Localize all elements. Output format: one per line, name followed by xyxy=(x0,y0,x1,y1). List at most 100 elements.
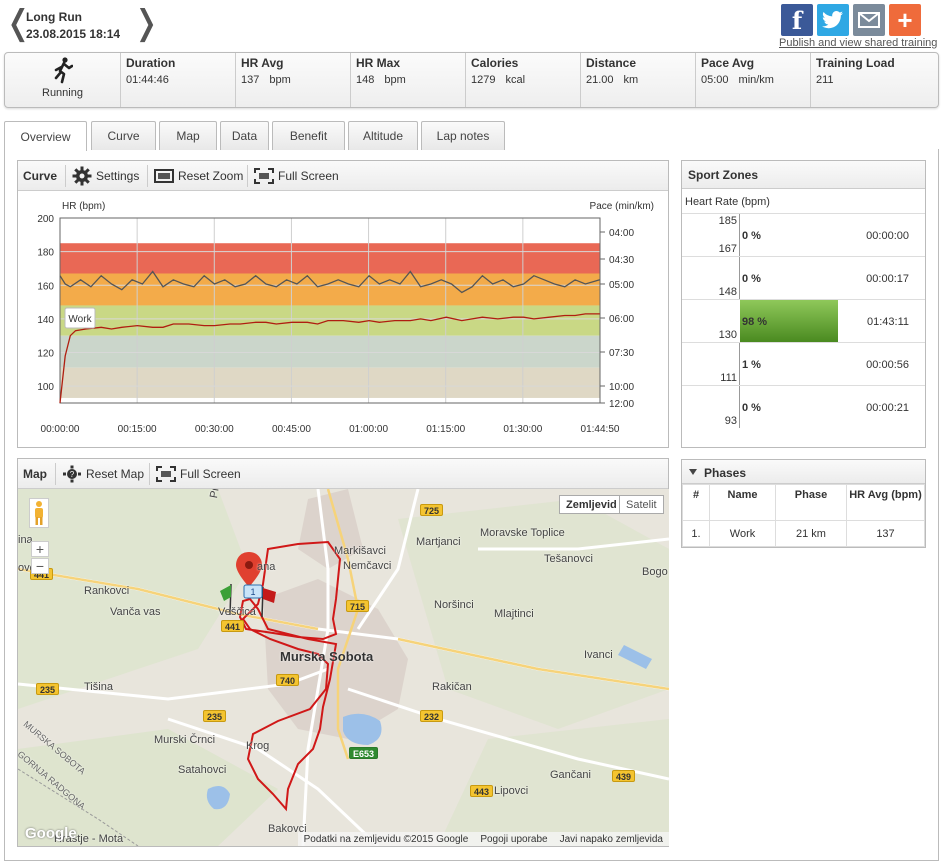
map-place-label: ana xyxy=(257,561,276,573)
phases-col-header: Name xyxy=(709,484,776,521)
map-place-label: Rankovci xyxy=(84,585,130,597)
curve-panel: Curve Settings Reset Zoom Full Screen HR… xyxy=(17,160,669,448)
svg-text:?: ? xyxy=(70,470,75,479)
zoom-in-button[interactable]: + xyxy=(31,541,49,557)
more-share-plus-icon[interactable]: + xyxy=(889,4,921,36)
phase-label: Work xyxy=(64,307,96,329)
hr-zone-band xyxy=(60,243,600,274)
table-row[interactable]: 1. Work 21 km 137 xyxy=(682,520,925,547)
phase-num: 1. xyxy=(682,520,710,547)
collapse-caret-icon[interactable] xyxy=(689,469,697,475)
stat-training-load: Training Load 211 xyxy=(810,53,938,107)
reset-zoom-button[interactable]: Reset Zoom xyxy=(147,165,243,187)
zone-time: 00:00:17 xyxy=(866,273,909,285)
road-number-badge: 443 xyxy=(470,785,494,797)
phases-col-header: Phase xyxy=(775,484,847,521)
map-place-label: Martjanci xyxy=(416,536,461,548)
y-left-tick-label: 120 xyxy=(37,349,54,360)
email-share-icon[interactable] xyxy=(853,4,885,36)
street-view-pegman-icon[interactable] xyxy=(29,498,49,528)
zone-percent: 1 % xyxy=(742,359,761,371)
hr-pace-chart[interactable]: HR (bpm) Pace (min/km) 00:00:00 00:15:00 0… xyxy=(18,191,668,447)
facebook-share-icon[interactable]: f xyxy=(781,4,813,36)
x-tick-label: 00:00:00 xyxy=(41,424,80,435)
terms-of-use-link[interactable]: Pogoji uporabe xyxy=(480,834,547,845)
road-number-badge: 740 xyxy=(276,674,300,686)
phase-label-text: Work xyxy=(68,314,92,325)
map-place-label: Vanča vas xyxy=(110,606,161,618)
sport-type: Running xyxy=(5,53,120,107)
curve-panel-title: Curve xyxy=(23,169,58,183)
x-tick-label: 01:15:00 xyxy=(426,424,465,435)
map-type-map-button[interactable]: Zemljevid xyxy=(559,495,624,514)
sport-zones-panel: Sport Zones Heart Rate (bpm) 185 167 0 % 00… xyxy=(681,160,926,448)
map-place-label: Bogo xyxy=(642,566,668,578)
reset-map-button[interactable]: ? Reset Map xyxy=(55,463,144,485)
sport-label: Running xyxy=(42,87,83,99)
route-map[interactable]: 1 725441715441740235232235E653443439 Pre… xyxy=(18,489,669,846)
zone-max: 185 xyxy=(718,215,737,227)
stat-hr-max: HR Max 148 bpm xyxy=(350,53,465,107)
y-right-tick-label: 04:30 xyxy=(609,255,634,266)
map-type-satellite-button[interactable]: Satelit xyxy=(619,495,664,514)
report-map-error-link[interactable]: Javi napako zemljevida xyxy=(560,834,663,845)
stat-value: 1279 kcal xyxy=(471,74,526,86)
tab-overview[interactable]: Overview xyxy=(4,121,87,151)
zone-time: 01:43:11 xyxy=(866,316,909,328)
hr-zone-band xyxy=(60,335,600,368)
tab-lap-notes[interactable]: Lap notes xyxy=(421,121,505,150)
stat-value: 05:00 min/km xyxy=(701,74,774,86)
sport-zones-title: Sport Zones xyxy=(688,168,759,182)
next-training-arrow-icon[interactable]: ❭ xyxy=(132,6,161,40)
map-full-screen-button[interactable]: Full Screen xyxy=(149,463,241,485)
zone-percent: 0 % xyxy=(742,230,761,242)
map-place-label: Tišina xyxy=(84,681,113,693)
map-place-label: Krog xyxy=(246,740,270,752)
tab-data[interactable]: Data xyxy=(220,121,269,150)
stat-pace-avg: Pace Avg 05:00 min/km xyxy=(695,53,810,107)
publish-training-link[interactable]: Publish and view shared training xyxy=(779,37,937,49)
stat-label: HR Avg xyxy=(241,56,284,70)
y-left-tick-label: 160 xyxy=(37,281,54,292)
settings-button[interactable]: Settings xyxy=(65,165,139,187)
reset-zoom-icon xyxy=(154,169,174,183)
road-number-badge: 232 xyxy=(420,710,444,722)
lap-marker-label: 1 xyxy=(250,587,255,597)
zoom-out-button[interactable]: − xyxy=(31,558,49,574)
stat-label: Duration xyxy=(126,56,176,70)
map-place-label: Satahovci xyxy=(178,764,227,776)
hr-zone-band xyxy=(60,367,600,398)
gear-icon xyxy=(72,166,92,186)
map-place-label: Markišavci xyxy=(334,545,386,557)
stat-value: 211 xyxy=(816,74,834,86)
map-place-label: Noršinci xyxy=(434,599,474,611)
x-tick-label: 01:44:50 xyxy=(581,424,620,435)
tab-altitude[interactable]: Altitude xyxy=(348,121,418,150)
sport-zone-row: 148 0 % 00:00:17 xyxy=(682,256,925,299)
tab-benefit[interactable]: Benefit xyxy=(272,121,345,150)
y-right-tick-label: 07:30 xyxy=(609,348,634,359)
road-number-badge: 439 xyxy=(612,770,636,782)
training-header: ❬ Long Run 23.08.2015 18:14 ❭ f + Publis… xyxy=(0,0,943,50)
tab-map[interactable]: Map xyxy=(159,121,217,150)
zone-percent: 98 % xyxy=(742,316,768,328)
full-screen-button[interactable]: Full Screen xyxy=(247,165,339,187)
map-toolbar: Map ? Reset Map Full Screen xyxy=(18,459,668,489)
sport-zone-row: 185 167 0 % 00:00:00 xyxy=(682,213,925,256)
phases-col-header: HR Avg (bpm) xyxy=(846,484,925,521)
map-place-label: Lipovci xyxy=(494,785,529,797)
map-data-attribution: Podatki na zemljevidu ©2015 Google xyxy=(303,833,469,845)
x-tick-label: 00:15:00 xyxy=(118,424,157,435)
full-screen-icon xyxy=(254,168,274,184)
twitter-share-icon[interactable] xyxy=(817,4,849,36)
y-left-tick-label: 200 xyxy=(37,214,54,225)
road-number-badge: 715 xyxy=(346,600,370,612)
zone-bar xyxy=(739,343,740,385)
phase-distance: 21 km xyxy=(775,520,847,547)
y-right-axis-label: Pace (min/km) xyxy=(590,201,654,212)
map-place-label: Rakičan xyxy=(432,681,472,693)
zone-min: 93 xyxy=(724,415,737,427)
map-place-label: Moravske Toplice xyxy=(480,527,565,539)
tab-curve[interactable]: Curve xyxy=(91,121,156,150)
zone-min: 111 xyxy=(720,372,737,384)
